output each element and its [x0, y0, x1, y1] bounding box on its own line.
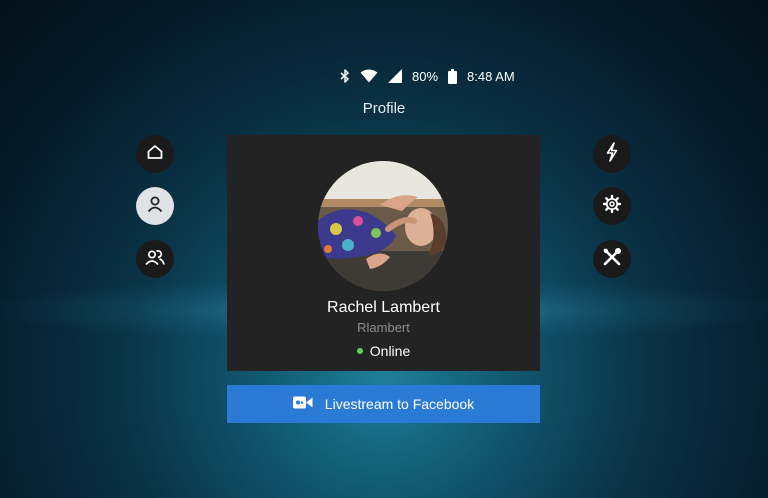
video-camera-icon [292, 396, 313, 412]
gear-icon [602, 194, 622, 219]
friends-icon [144, 248, 166, 271]
battery-percent: 80% [412, 68, 439, 84]
profile-username: Rlambert [357, 320, 410, 335]
nav-friends-button[interactable] [136, 240, 174, 278]
profile-name: Rachel Lambert [327, 299, 440, 316]
bluetooth-icon [340, 69, 350, 83]
wifi-icon [360, 69, 378, 83]
nav-home-button[interactable] [136, 135, 174, 173]
page-title: Profile [362, 100, 406, 117]
livestream-to-facebook-button[interactable]: Livestream to Facebook [227, 385, 540, 423]
nav-profile-button[interactable] [136, 187, 174, 225]
user-icon [146, 195, 164, 218]
online-status-dot [356, 348, 363, 354]
signal-icon [388, 69, 402, 83]
livestream-button-label: Livestream to Facebook [324, 396, 475, 412]
status-bar: 80% 8:48 AM [340, 65, 515, 87]
clock-time: 8:48 AM [467, 68, 515, 84]
lightning-icon [605, 141, 619, 167]
tools-icon [601, 246, 623, 273]
online-status-label: Online [369, 343, 411, 359]
home-icon [146, 143, 164, 166]
avatar[interactable] [318, 161, 448, 291]
nav-settings-button[interactable] [593, 187, 631, 225]
profile-card: Rachel Lambert Rlambert Online [227, 135, 540, 371]
nav-tools-button[interactable] [593, 240, 631, 278]
online-status: Online [227, 343, 540, 359]
battery-icon [448, 68, 458, 84]
nav-quick-actions-button[interactable] [593, 135, 631, 173]
